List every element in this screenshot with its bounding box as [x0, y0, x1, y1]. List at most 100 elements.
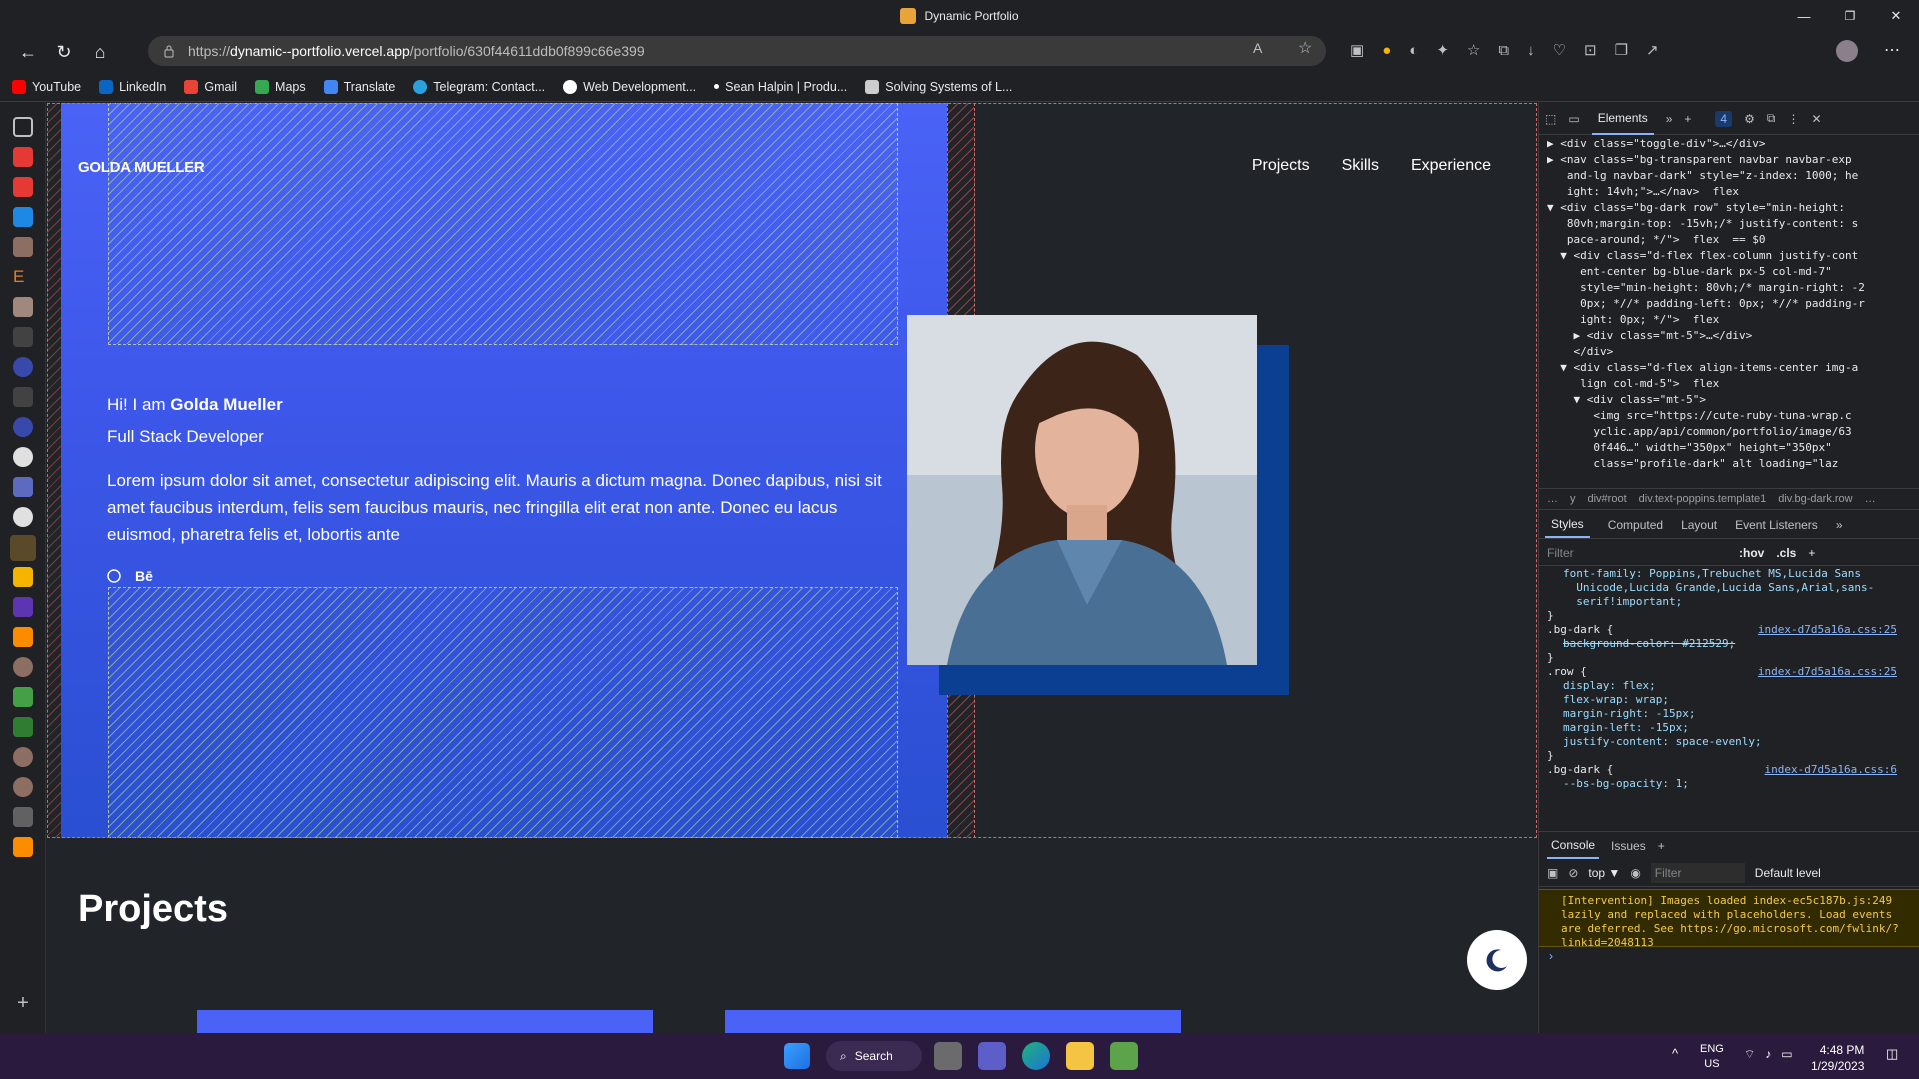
bookmark-maps[interactable]: Maps	[255, 79, 306, 94]
css-rule-line[interactable]: }	[1547, 609, 1905, 623]
behance-icon[interactable]: Bē	[135, 568, 153, 584]
brand-logo[interactable]: GOLDA MUELLER	[78, 159, 205, 176]
bookmark-translate[interactable]: Translate	[323, 79, 395, 94]
sidebar-app-icon[interactable]	[13, 747, 33, 767]
breadcrumb-item[interactable]: div.bg-dark.row	[1778, 493, 1852, 505]
sidebar-app-icon[interactable]	[13, 837, 33, 857]
system-tray[interactable]: ⌔ ♪ ▭	[1744, 1047, 1793, 1062]
hov-toggle[interactable]: :hov	[1739, 546, 1764, 560]
eye-icon[interactable]: ◉	[1630, 866, 1640, 880]
tab-actions-icon[interactable]	[13, 117, 33, 137]
read-aloud-icon[interactable]: A	[1253, 40, 1262, 56]
notepad-icon[interactable]	[1110, 1042, 1138, 1070]
address-bar[interactable]: https://dynamic--portfolio.vercel.app/po…	[148, 36, 1326, 66]
play-icon[interactable]	[13, 207, 33, 227]
task-view-icon[interactable]	[934, 1042, 962, 1070]
tab-layout[interactable]: Layout	[1681, 518, 1717, 532]
favorite-star-icon[interactable]: ☆	[1298, 38, 1312, 58]
dom-node-line[interactable]: style="min-height: 80vh;/* margin-right:…	[1547, 280, 1905, 296]
dom-node-line[interactable]: ight: 0px; */"> flex	[1547, 312, 1905, 328]
css-rule-line[interactable]: margin-right: -15px;	[1547, 707, 1905, 721]
dom-node-line[interactable]: yclic.app/api/common/portfolio/image/63	[1547, 424, 1905, 440]
more-tabs-icon[interactable]: »	[1666, 112, 1673, 126]
sidebar-app-icon[interactable]	[13, 237, 33, 257]
dom-node-line[interactable]: 0px; *//* padding-left: 0px; *//* paddin…	[1547, 296, 1905, 312]
tab-issues[interactable]: Issues	[1611, 839, 1646, 853]
dom-node-line[interactable]: </div>	[1547, 344, 1905, 360]
sidebar-toggle-icon[interactable]: ▣	[1547, 866, 1558, 880]
dom-node-line[interactable]: pace-around; */"> flex == $0	[1547, 232, 1905, 248]
css-rule-line[interactable]: Unicode,Lucida Grande,Lucida Sans,Arial,…	[1547, 581, 1905, 595]
inspect-icon[interactable]: ⬚	[1545, 112, 1556, 126]
dom-node-line[interactable]: 80vh;margin-top: -15vh;/* justify-conten…	[1547, 216, 1905, 232]
close-devtools-icon[interactable]: ✕	[1811, 112, 1821, 126]
sidebar-app-icon[interactable]	[13, 327, 33, 347]
back-icon[interactable]: ←	[10, 36, 46, 68]
context-select[interactable]: top ▼	[1588, 866, 1620, 880]
project-card[interactable]	[725, 1010, 1181, 1033]
dom-node-line[interactable]: ▶ <div class="mt-5">…</div>	[1547, 328, 1905, 344]
settings-gear-icon[interactable]: ⚙	[1744, 112, 1755, 126]
tab-computed[interactable]: Computed	[1608, 518, 1663, 532]
minimize-button[interactable]: —	[1781, 0, 1827, 32]
project-card[interactable]	[197, 1010, 653, 1033]
clear-console-icon[interactable]: ⊘	[1568, 866, 1578, 880]
youtube-play-icon[interactable]	[13, 177, 33, 197]
github-icon[interactable]	[13, 447, 33, 467]
dom-node-line[interactable]: ▶ <div class="toggle-div">…</div>	[1547, 136, 1905, 152]
bookmark-linkedin[interactable]: LinkedIn	[99, 79, 166, 94]
css-rule-line[interactable]: }	[1547, 749, 1905, 763]
breadcrumb-item[interactable]: …	[1547, 493, 1558, 505]
dom-node-line[interactable]: 0f446…" width="350px" height="350px"	[1547, 440, 1905, 456]
add-tab-icon[interactable]: +	[1684, 112, 1691, 126]
css-source-link[interactable]: index-d7d5a16a.css:25	[1758, 623, 1897, 637]
extension-icon[interactable]: ●	[1382, 42, 1391, 59]
extension-icon[interactable]: ▣	[1350, 41, 1364, 59]
more-style-tabs[interactable]: »	[1836, 518, 1843, 532]
theme-toggle-button[interactable]	[1467, 930, 1527, 990]
bookmark-gmail[interactable]: Gmail	[184, 79, 237, 94]
workspace-icon[interactable]: ❐	[1615, 41, 1628, 59]
maximize-button[interactable]: ❐	[1827, 0, 1873, 32]
dom-node-line[interactable]: ▼ <div class="bg-dark row" style="min-he…	[1547, 200, 1905, 216]
download-icon[interactable]: ↓	[1527, 42, 1535, 59]
tray-chevron-icon[interactable]: ^	[1672, 1046, 1678, 1061]
collections-icon[interactable]: ⧉	[1498, 42, 1509, 59]
breadcrumb-item[interactable]: …	[1865, 493, 1876, 505]
sidebar-app-icon[interactable]	[13, 687, 33, 707]
sidebar-app-icon[interactable]	[13, 147, 33, 167]
sidebar-app-icon[interactable]	[13, 717, 33, 737]
issues-badge[interactable]: 4	[1715, 110, 1733, 127]
breadcrumb-item[interactable]: div.text-poppins.template1	[1639, 493, 1767, 505]
device-toggle-icon[interactable]: ▭	[1568, 112, 1579, 126]
css-rule-line[interactable]: .bg-dark {index-d7d5a16a.css:25	[1547, 623, 1905, 637]
cls-toggle[interactable]: .cls	[1776, 546, 1796, 560]
css-rule-line[interactable]: serif!important;	[1547, 595, 1905, 609]
dock-icon[interactable]: ⧉	[1767, 111, 1776, 126]
sidebar-app-icon[interactable]	[13, 777, 33, 797]
github-icon[interactable]	[107, 569, 121, 583]
styles-filter-input[interactable]: Filter	[1547, 546, 1727, 560]
nav-skills[interactable]: Skills	[1342, 157, 1379, 175]
github-icon[interactable]	[13, 507, 33, 527]
css-rule-line[interactable]: flex-wrap: wrap;	[1547, 693, 1905, 707]
sidebar-app-icon[interactable]	[13, 417, 33, 437]
dom-node-line[interactable]: ▼ <div class="d-flex align-items-center …	[1547, 360, 1905, 376]
tab-styles[interactable]: Styles	[1545, 511, 1590, 538]
breadcrumb-item[interactable]: div#root	[1588, 493, 1627, 505]
start-icon[interactable]	[784, 1043, 810, 1069]
dom-node-line[interactable]: lign col-md-5"> flex	[1547, 376, 1905, 392]
profile-avatar[interactable]	[1836, 40, 1858, 62]
screenshot-icon[interactable]: ⊡	[1584, 41, 1597, 59]
css-rule-line[interactable]: background-color: #212529;	[1547, 637, 1905, 651]
css-rule-line[interactable]: display: flex;	[1547, 679, 1905, 693]
bookmark-telegram[interactable]: Telegram: Contact...	[413, 79, 545, 94]
css-source-link[interactable]: index-d7d5a16a.css:6	[1765, 763, 1897, 777]
nav-experience[interactable]: Experience	[1411, 157, 1491, 175]
language-indicator[interactable]: ENG US	[1700, 1042, 1724, 1072]
heart-icon[interactable]: ♡	[1553, 41, 1566, 59]
clock[interactable]: 4:48 PM 1/29/2023	[1811, 1042, 1864, 1074]
tab-event-listeners[interactable]: Event Listeners	[1735, 518, 1818, 532]
dom-node-line[interactable]: and-lg navbar-dark" style="z-index: 1000…	[1547, 168, 1905, 184]
breadcrumb-item[interactable]: y	[1570, 493, 1576, 505]
